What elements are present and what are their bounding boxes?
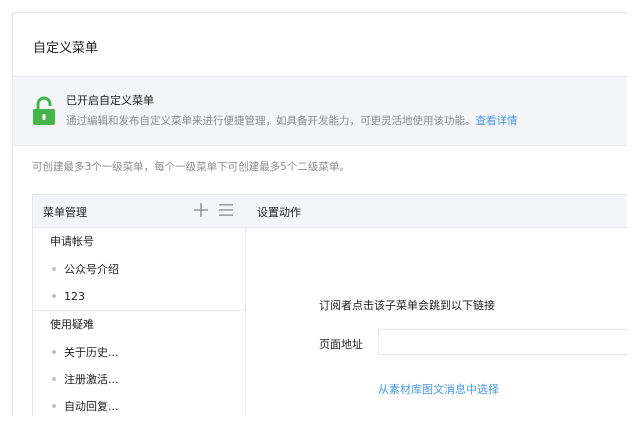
submenu-item[interactable]: 自动回复... (33, 393, 245, 416)
submenu-item[interactable]: 123 (33, 283, 245, 310)
action-settings-panel: 设置动作 订阅者点击该子菜单会跳到以下链接 页面地址 从素材库图文消息中选择 (245, 194, 627, 416)
status-notice: 已开启自定义菜单 通过编辑和发布自定义菜单来进行便捷管理，如具备开发能力，可更灵… (13, 77, 627, 146)
menu-group: 使用疑难 关于历史... 注册激活... 自动回复... (33, 311, 245, 416)
settings-header: 设置动作 (245, 195, 627, 228)
submenu-label: 123 (64, 290, 85, 303)
redirect-description: 订阅者点击该子菜单会跳到以下链接 (319, 299, 495, 312)
submenu-label: 注册激活... (64, 373, 119, 386)
submenu-item[interactable]: 公众号介绍 (33, 256, 245, 283)
bullet-icon (52, 377, 56, 381)
menu-item-apply-account[interactable]: 申请帐号 (33, 228, 245, 256)
view-details-link[interactable]: 查看详情 (476, 115, 518, 127)
menu-group: 申请帐号 公众号介绍 123 (33, 228, 245, 311)
settings-panel-title: 设置动作 (257, 206, 301, 219)
notice-description-text: 通过编辑和发布自定义菜单来进行便捷管理，如具备开发能力，可更灵活地使用该功能。 (66, 115, 476, 127)
page-title: 自定义菜单 (33, 41, 99, 56)
submenu-label: 公众号介绍 (64, 263, 119, 276)
submenu-item[interactable]: 关于历史... (33, 339, 245, 366)
submenu-label: 自动回复... (64, 400, 119, 413)
menu-item-usage-issues[interactable]: 使用疑难 (33, 311, 245, 339)
select-from-material-link[interactable]: 从素材库图文消息中选择 (378, 381, 499, 397)
menu-limit-hint: 可创建最多3个一级菜单，每个一级菜单下可创建最多5个二级菜单。 (32, 161, 350, 173)
custom-menu-page: 自定义菜单 已开启自定义菜单 通过编辑和发布自定义菜单来进行便捷管理，如具备开发… (12, 12, 627, 416)
page-url-label: 页面地址 (319, 338, 363, 351)
notice-title: 已开启自定义菜单 (66, 94, 154, 107)
notice-description: 通过编辑和发布自定义菜单来进行便捷管理，如具备开发能力，可更灵活地使用该功能。查… (66, 113, 518, 128)
list-icon[interactable] (219, 203, 233, 217)
menu-tree: 申请帐号 公众号介绍 123 使用疑难 关于历史... 注册激活... 自动回复… (33, 228, 245, 416)
bullet-icon (52, 294, 56, 298)
lock-icon (33, 96, 55, 125)
bullet-icon (52, 350, 56, 354)
menu-panel-title: 菜单管理 (43, 206, 87, 219)
page-url-input[interactable] (378, 329, 627, 355)
menu-header: 菜单管理 (33, 195, 245, 228)
menu-management-panel: 菜单管理 申请帐号 公众号介绍 123 使用疑难 关于历史... 注册激活... (32, 194, 246, 416)
bullet-icon (52, 267, 56, 271)
submenu-item[interactable]: 注册激活... (33, 366, 245, 393)
submenu-label: 关于历史... (64, 346, 119, 359)
bullet-icon (52, 404, 56, 408)
plus-icon[interactable] (193, 202, 209, 218)
